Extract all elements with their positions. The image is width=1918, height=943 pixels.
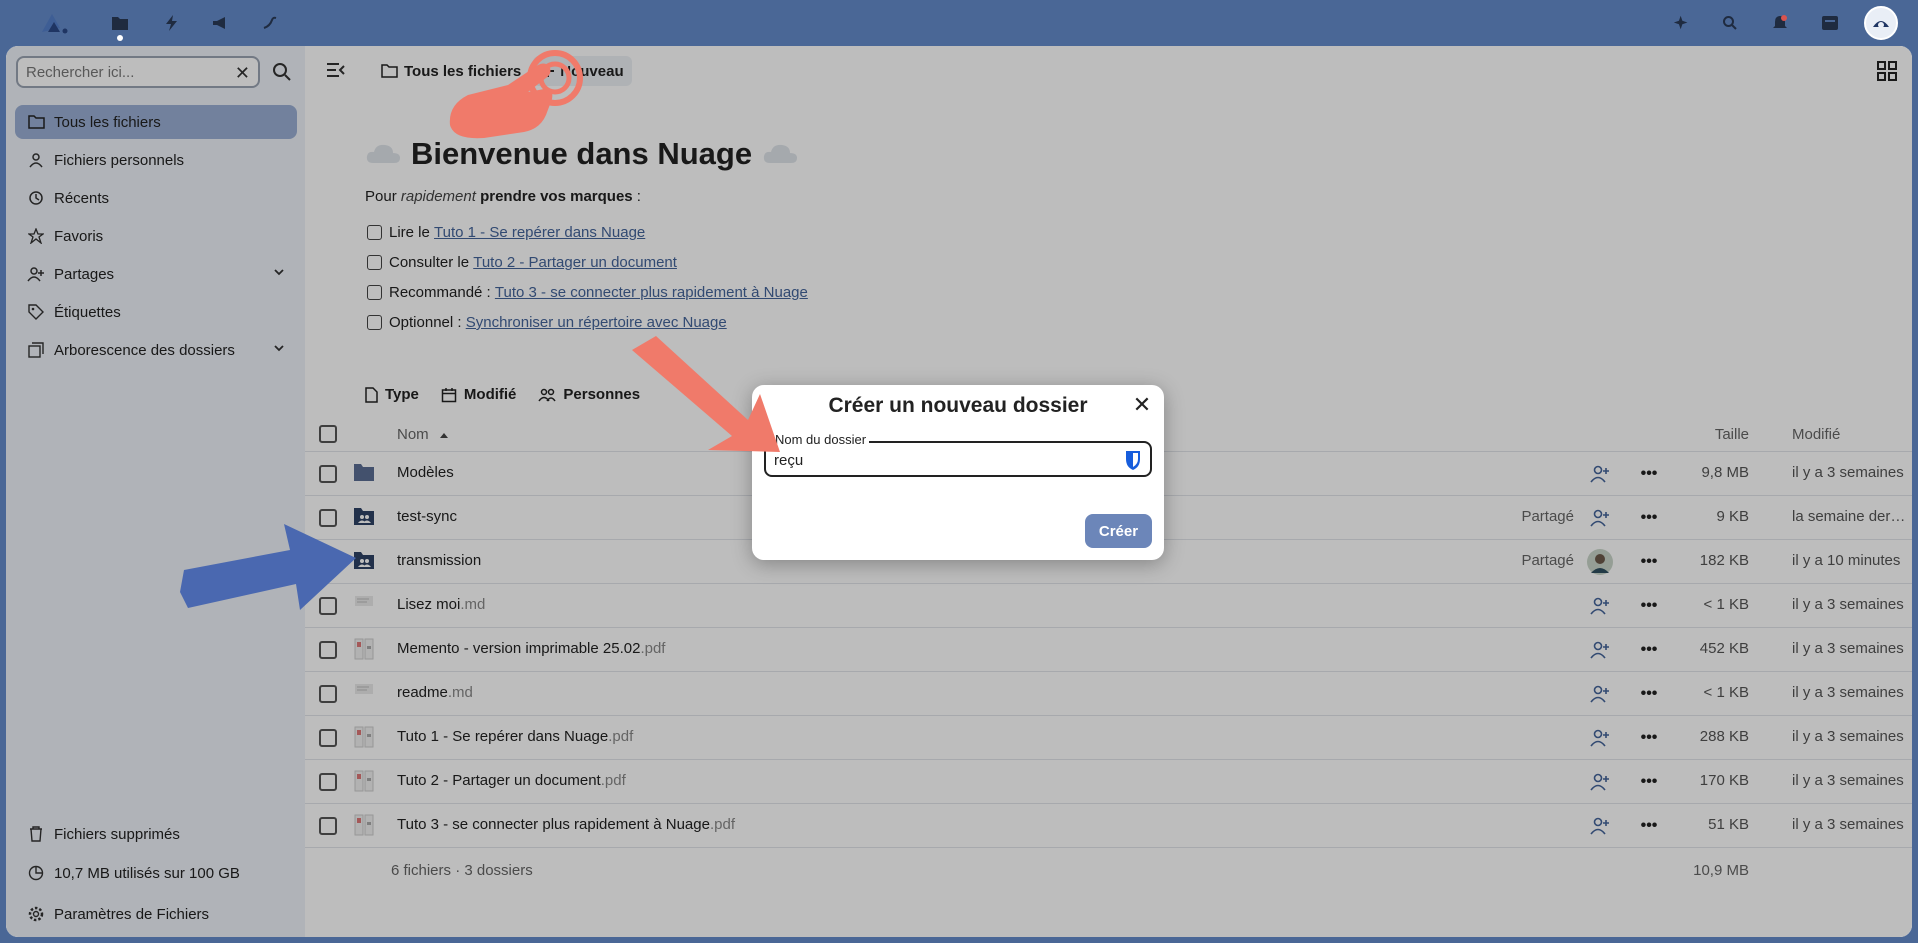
top-bar — [0, 0, 1918, 46]
create-button[interactable]: Créer — [1085, 514, 1152, 548]
new-folder-dialog: Créer un nouveau dossier ✕ Nom du dossie… — [752, 385, 1164, 560]
announcements-app-icon[interactable] — [206, 9, 234, 37]
folder-name-input[interactable] — [774, 449, 1094, 471]
user-avatar[interactable] — [1864, 6, 1898, 40]
assistant-icon[interactable] — [1668, 9, 1696, 37]
close-icon[interactable]: ✕ — [1132, 394, 1152, 416]
notifications-icon[interactable] — [1766, 9, 1794, 37]
dialog-title: Créer un nouveau dossier — [828, 394, 1088, 417]
search-icon[interactable] — [1716, 9, 1744, 37]
files-app-icon[interactable] — [106, 9, 134, 41]
activity-app-icon[interactable] — [158, 9, 186, 37]
contacts-icon[interactable] — [1816, 9, 1844, 37]
password-manager-icon[interactable] — [1124, 449, 1142, 471]
folder-name-label: Nom du dossier — [772, 432, 870, 447]
forms-app-icon[interactable] — [256, 9, 284, 37]
nuage-logo[interactable] — [36, 10, 70, 36]
